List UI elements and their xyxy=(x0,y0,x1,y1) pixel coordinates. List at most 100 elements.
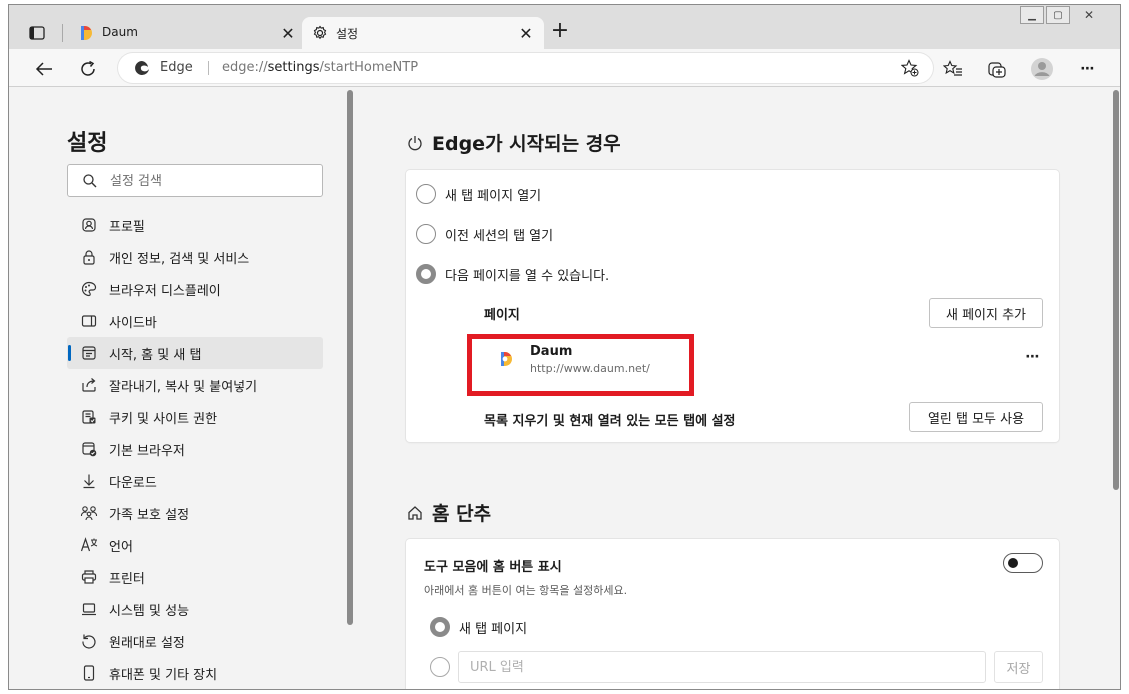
tab-close-button[interactable]: ✕ xyxy=(278,23,298,43)
laptop-icon xyxy=(80,600,98,618)
sidebar-item-phone-devices[interactable]: 휴대폰 및 기타 장치 xyxy=(67,657,323,689)
show-home-button-label: 도구 모음에 홈 버튼 표시 xyxy=(424,560,562,575)
sidebar-item-start-home[interactable]: 시작, 홈 및 새 탭 xyxy=(67,337,323,369)
minimize-button[interactable]: ▁ xyxy=(1020,6,1044,24)
radio-button-checked[interactable] xyxy=(416,264,436,284)
sidebar-item-label: 시스템 및 성능 xyxy=(109,603,190,619)
window-controls: ▁ ▢ ✕ xyxy=(1020,6,1106,24)
sidebar-item-reset[interactable]: 원래대로 설정 xyxy=(67,625,323,657)
radio-label: 이전 세션의 탭 열기 xyxy=(445,228,554,244)
startup-option-new-tab[interactable]: 새 탭 페이지 열기 xyxy=(416,183,541,205)
main-scrollbar[interactable] xyxy=(1113,90,1119,490)
sidebar-item-sidebar[interactable]: 사이드바 xyxy=(67,305,323,337)
profile-icon xyxy=(80,216,98,234)
collections-button[interactable] xyxy=(985,57,1009,81)
sidebar-item-privacy[interactable]: 개인 정보, 검색 및 서비스 xyxy=(67,241,323,273)
add-page-button[interactable]: 새 페이지 추가 xyxy=(929,298,1043,328)
home-option-url[interactable] xyxy=(430,656,459,678)
start-home-icon xyxy=(80,344,98,362)
radio-button[interactable] xyxy=(416,184,436,204)
lock-icon xyxy=(80,248,98,266)
startup-option-specific-pages[interactable]: 다음 페이지를 열 수 있습니다. xyxy=(416,263,609,285)
show-home-button-toggle[interactable] xyxy=(1003,553,1043,573)
clear-and-set-label: 목록 지우기 및 현재 열려 있는 모든 탭에 설정 xyxy=(484,414,736,429)
settings-search-input[interactable] xyxy=(110,171,310,191)
more-icon: ⋯ xyxy=(1080,61,1096,77)
radio-label: 다음 페이지를 열 수 있습니다. xyxy=(445,268,610,284)
settings-more-button[interactable]: ⋯ xyxy=(1076,57,1100,81)
favorites-button[interactable] xyxy=(941,57,965,81)
phone-icon xyxy=(80,664,98,682)
home-title-text: 홈 단추 xyxy=(432,503,492,525)
home-url-input[interactable] xyxy=(458,651,986,683)
tab-daum[interactable]: Daum ✕ xyxy=(68,17,306,49)
settings-sidebar: 설정 프로필 개인 정보, 검색 및 서비스 브라우저 디스플레이 사이드바 xyxy=(9,88,357,689)
sidebar-item-printers[interactable]: 프린터 xyxy=(67,561,323,593)
home-option-new-tab[interactable]: 새 탭 페이지 xyxy=(430,616,527,638)
radio-button[interactable] xyxy=(430,657,450,677)
sidebar-item-appearance[interactable]: 브라우저 디스플레이 xyxy=(67,273,323,305)
tab-actions-button[interactable] xyxy=(26,22,48,44)
refresh-button[interactable] xyxy=(75,56,101,82)
navigation-bar: Edge edge://settings/startHomeNTP ⋯ xyxy=(9,49,1120,87)
sidebar-item-default-browser[interactable]: 기본 브라우저 xyxy=(67,433,323,465)
sidebar-item-label: 언어 xyxy=(109,539,133,555)
tab-separator xyxy=(62,24,63,42)
sidebar-item-label: 다운로드 xyxy=(109,475,157,491)
maximize-icon: ▢ xyxy=(1053,9,1063,21)
sidebar-item-label: 개인 정보, 검색 및 서비스 xyxy=(109,251,250,267)
home-button-card: 도구 모음에 홈 버튼 표시 아래에서 홈 버튼이 여는 항목을 설정하세요. … xyxy=(406,539,1059,689)
sidebar-item-family[interactable]: 가족 보호 설정 xyxy=(67,497,323,529)
maximize-button[interactable]: ▢ xyxy=(1046,6,1070,24)
back-arrow-icon xyxy=(35,62,52,76)
sidebar-icon xyxy=(80,312,98,330)
palette-icon xyxy=(80,280,98,298)
tab-title: Daum xyxy=(102,25,138,39)
address-bar[interactable]: Edge edge://settings/startHomeNTP xyxy=(118,53,933,83)
new-tab-button[interactable]: + xyxy=(549,20,571,43)
language-icon xyxy=(80,536,98,554)
settings-search xyxy=(67,164,323,197)
profile-button[interactable] xyxy=(1030,57,1054,81)
reset-icon xyxy=(80,632,98,650)
family-icon xyxy=(80,504,98,522)
share-icon xyxy=(80,376,98,394)
gear-icon xyxy=(312,25,328,41)
tab-settings[interactable]: 설정 ✕ xyxy=(302,17,544,49)
add-favorite-icon[interactable] xyxy=(901,59,919,77)
sidebar-item-cookies-permissions[interactable]: 쿠키 및 사이트 권한 xyxy=(67,401,323,433)
address-divider xyxy=(208,61,209,75)
edge-logo-icon xyxy=(135,61,149,75)
sidebar-item-label: 쿠키 및 사이트 권한 xyxy=(109,411,218,427)
radio-button-checked[interactable] xyxy=(430,617,450,637)
collections-icon xyxy=(988,62,1006,78)
tab-actions-icon xyxy=(29,26,45,40)
url-scheme: edge:// xyxy=(222,60,268,75)
close-window-button[interactable]: ✕ xyxy=(1072,6,1106,24)
default-browser-icon xyxy=(80,440,98,458)
tab-close-button[interactable]: ✕ xyxy=(516,23,536,43)
save-button[interactable]: 저장 xyxy=(994,651,1043,683)
radio-button[interactable] xyxy=(416,224,436,244)
back-button[interactable] xyxy=(31,56,57,82)
daum-favicon-icon xyxy=(78,25,94,41)
sidebar-item-label: 프로필 xyxy=(109,219,145,235)
minimize-icon: ▁ xyxy=(1028,9,1036,21)
settings-main: Edge가 시작되는 경우 새 탭 페이지 열기 이전 세션의 탭 열기 다음 … xyxy=(357,88,1120,689)
sidebar-item-languages[interactable]: 언어 xyxy=(67,529,323,561)
sidebar-item-share-copy-paste[interactable]: 잘라내기, 복사 및 붙여넣기 xyxy=(67,369,323,401)
page-more-actions-button[interactable]: ⋯ xyxy=(1022,350,1044,368)
sidebar-scrollbar[interactable] xyxy=(347,90,353,625)
startup-section-title: Edge가 시작되는 경우 xyxy=(406,129,621,156)
sidebar-item-label: 휴대폰 및 기타 장치 xyxy=(109,667,218,683)
cookie-icon xyxy=(80,408,98,426)
power-icon xyxy=(406,134,424,152)
sidebar-item-downloads[interactable]: 다운로드 xyxy=(67,465,323,497)
address-url: edge://settings/startHomeNTP xyxy=(222,60,418,75)
download-icon xyxy=(80,472,98,490)
startup-option-previous-session[interactable]: 이전 세션의 탭 열기 xyxy=(416,223,553,245)
sidebar-item-profile[interactable]: 프로필 xyxy=(67,209,323,241)
sidebar-item-system[interactable]: 시스템 및 성능 xyxy=(67,593,323,625)
use-all-open-tabs-button[interactable]: 열린 탭 모두 사용 xyxy=(909,402,1043,432)
settings-title: 설정 xyxy=(67,131,108,156)
